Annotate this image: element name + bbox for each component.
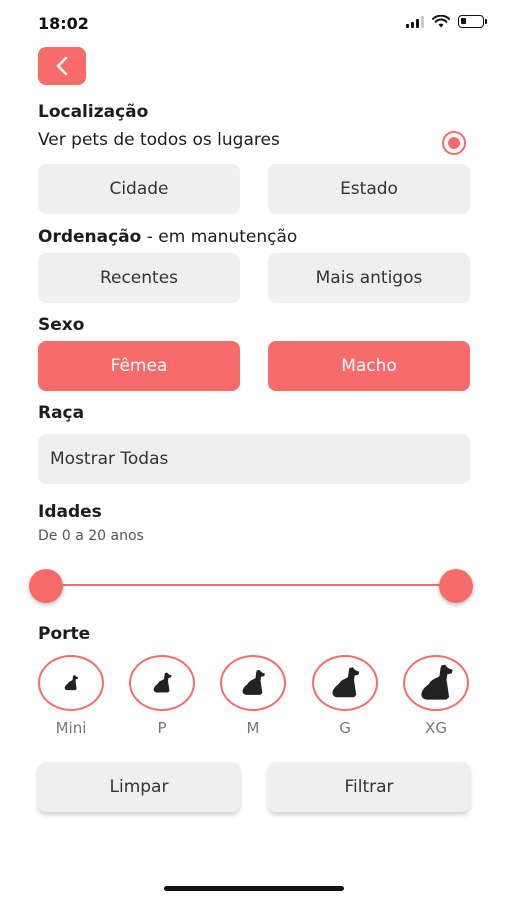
breed-select[interactable]: Mostrar Todas: [38, 434, 470, 484]
signal-icon: [406, 15, 424, 28]
location-all-radio[interactable]: [442, 131, 466, 155]
ordenacao-title: Ordenação: [38, 227, 142, 247]
size-p-option[interactable]: P: [129, 655, 195, 737]
section-title-idades: Idades: [38, 502, 102, 522]
status-bar: 18:02: [0, 0, 506, 44]
age-slider-min-handle[interactable]: [29, 569, 63, 603]
sort-recent-button[interactable]: Recentes: [38, 253, 240, 303]
dog-icon: [332, 667, 360, 698]
status-time: 18:02: [38, 14, 89, 33]
age-range-text: De 0 a 20 anos: [38, 528, 144, 544]
dog-icon: [421, 664, 453, 700]
sex-female-button[interactable]: Fêmea: [38, 341, 240, 391]
dog-icon: [242, 669, 265, 695]
location-city-button[interactable]: Cidade: [38, 164, 240, 214]
battery-icon: [458, 15, 487, 28]
section-title-ordenacao: Ordenação - em manutenção: [38, 227, 297, 247]
size-label-p: P: [157, 719, 167, 737]
age-slider-max-handle[interactable]: [439, 569, 473, 603]
status-icons: [406, 15, 487, 28]
section-title-porte: Porte: [38, 624, 91, 644]
clear-button[interactable]: Limpar: [38, 762, 240, 812]
size-m-option[interactable]: M: [220, 655, 286, 737]
size-label-mini: Mini: [55, 719, 87, 737]
filter-button[interactable]: Filtrar: [268, 762, 470, 812]
back-button[interactable]: [38, 47, 86, 85]
sex-male-button[interactable]: Macho: [268, 341, 470, 391]
location-all-label: Ver pets de todos os lugares: [38, 130, 280, 150]
ordenacao-note: - em manutenção: [141, 227, 298, 247]
size-xg-option[interactable]: XG: [403, 655, 469, 737]
dog-icon: [64, 675, 79, 691]
size-label-g: G: [339, 719, 351, 737]
home-indicator: [164, 886, 344, 891]
section-title-localizacao: Localização: [38, 102, 149, 122]
age-slider-track[interactable]: [46, 584, 456, 586]
section-title-sexo: Sexo: [38, 315, 85, 335]
size-g-option[interactable]: G: [312, 655, 378, 737]
size-label-m: M: [246, 719, 260, 737]
size-mini-option[interactable]: Mini: [38, 655, 104, 737]
location-state-button[interactable]: Estado: [268, 164, 470, 214]
dog-icon: [153, 672, 172, 693]
wifi-icon: [432, 15, 450, 28]
sort-oldest-button[interactable]: Mais antigos: [268, 253, 470, 303]
chevron-left-icon: [56, 56, 68, 76]
section-title-raca: Raça: [38, 403, 85, 423]
size-label-xg: XG: [425, 719, 447, 737]
